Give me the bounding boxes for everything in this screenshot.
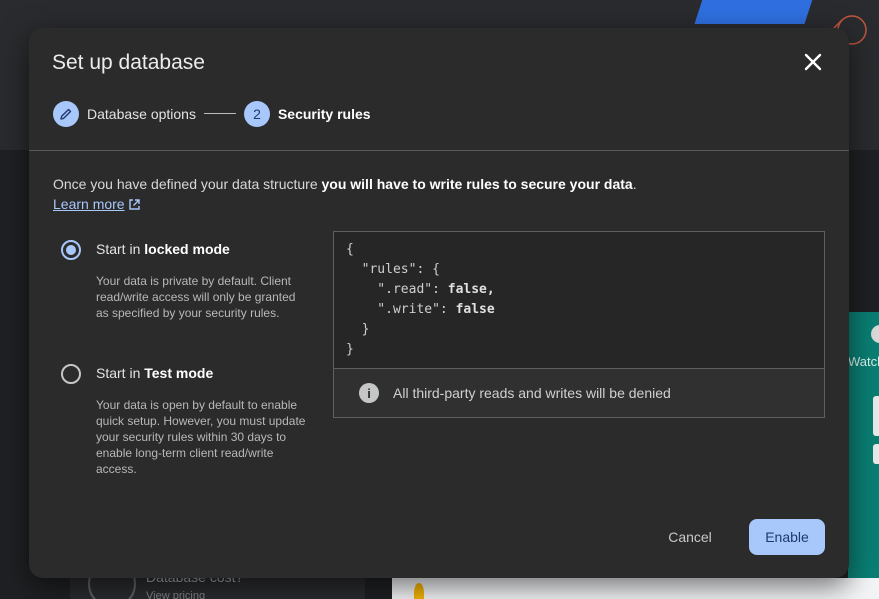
close-icon	[804, 53, 822, 71]
code-line-3-key: ".read":	[346, 282, 448, 297]
code-line-3-value: false,	[447, 282, 495, 297]
background-panel	[392, 578, 879, 599]
open-in-new-icon	[128, 198, 140, 210]
code-line-4-key: ".write":	[346, 302, 456, 317]
step-2-label: Security rules	[277, 105, 371, 122]
intro-text: Once you have defined your data structur…	[53, 176, 637, 192]
intro-text-bold: you will have to write rules to secure y…	[321, 176, 633, 192]
background-watch-label: Watch	[848, 354, 879, 369]
code-line-4-value: false	[455, 302, 495, 317]
intro-text-start: Once you have defined your data structur…	[53, 176, 322, 192]
setup-database-dialog: Set up database Database options 2 Secur…	[29, 28, 849, 578]
option-locked-title-prefix: Start in	[96, 241, 145, 257]
learn-more-link[interactable]: Learn more	[53, 196, 141, 212]
header-divider	[29, 150, 849, 151]
background-box-small	[873, 444, 879, 464]
enable-button[interactable]: Enable	[749, 519, 825, 555]
option-test-title: Start in Test mode	[96, 365, 213, 381]
step-connector	[203, 113, 236, 114]
code-line-2: "rules": {	[346, 262, 440, 277]
dialog-title: Set up database	[52, 51, 205, 74]
background-flame-icon	[414, 583, 424, 599]
intro-text-end: .	[632, 176, 637, 192]
rules-code: { "rules": { ".read": false, ".write": f…	[346, 240, 495, 360]
background-illustration	[694, 0, 816, 24]
info-icon: i	[359, 383, 379, 403]
radio-test-mode[interactable]	[61, 364, 81, 384]
security-rules-preview: { "rules": { ".read": false, ".write": f…	[333, 231, 825, 418]
step-1-indicator	[53, 100, 79, 127]
rules-notice: i All third-party reads and writes will …	[334, 368, 824, 417]
code-line-5: }	[346, 322, 370, 337]
background-pricing-link: View pricing	[146, 590, 206, 599]
background-box	[873, 396, 879, 436]
step-1-label: Database options	[87, 105, 196, 122]
cancel-button[interactable]: Cancel	[653, 519, 727, 555]
option-locked-title: Start in locked mode	[96, 241, 230, 257]
option-locked-title-bold: locked mode	[144, 241, 230, 257]
stepper: Database options 2 Security rules	[53, 100, 371, 127]
notice-text: All third-party reads and writes will be…	[393, 385, 671, 401]
option-locked-description: Your data is private by default. Client …	[96, 274, 296, 320]
radio-locked-mode[interactable]	[61, 240, 81, 260]
pencil-icon	[60, 108, 72, 120]
option-test-title-prefix: Start in	[96, 365, 145, 381]
learn-more-label: Learn more	[53, 196, 125, 212]
option-test-description: Your data is open by default to enable q…	[96, 398, 306, 476]
option-test-title-bold: Test mode	[144, 365, 214, 381]
code-line-1: {	[346, 242, 354, 257]
code-line-6: }	[346, 342, 354, 357]
close-button[interactable]	[801, 50, 825, 74]
step-2-indicator: 2	[243, 100, 270, 127]
